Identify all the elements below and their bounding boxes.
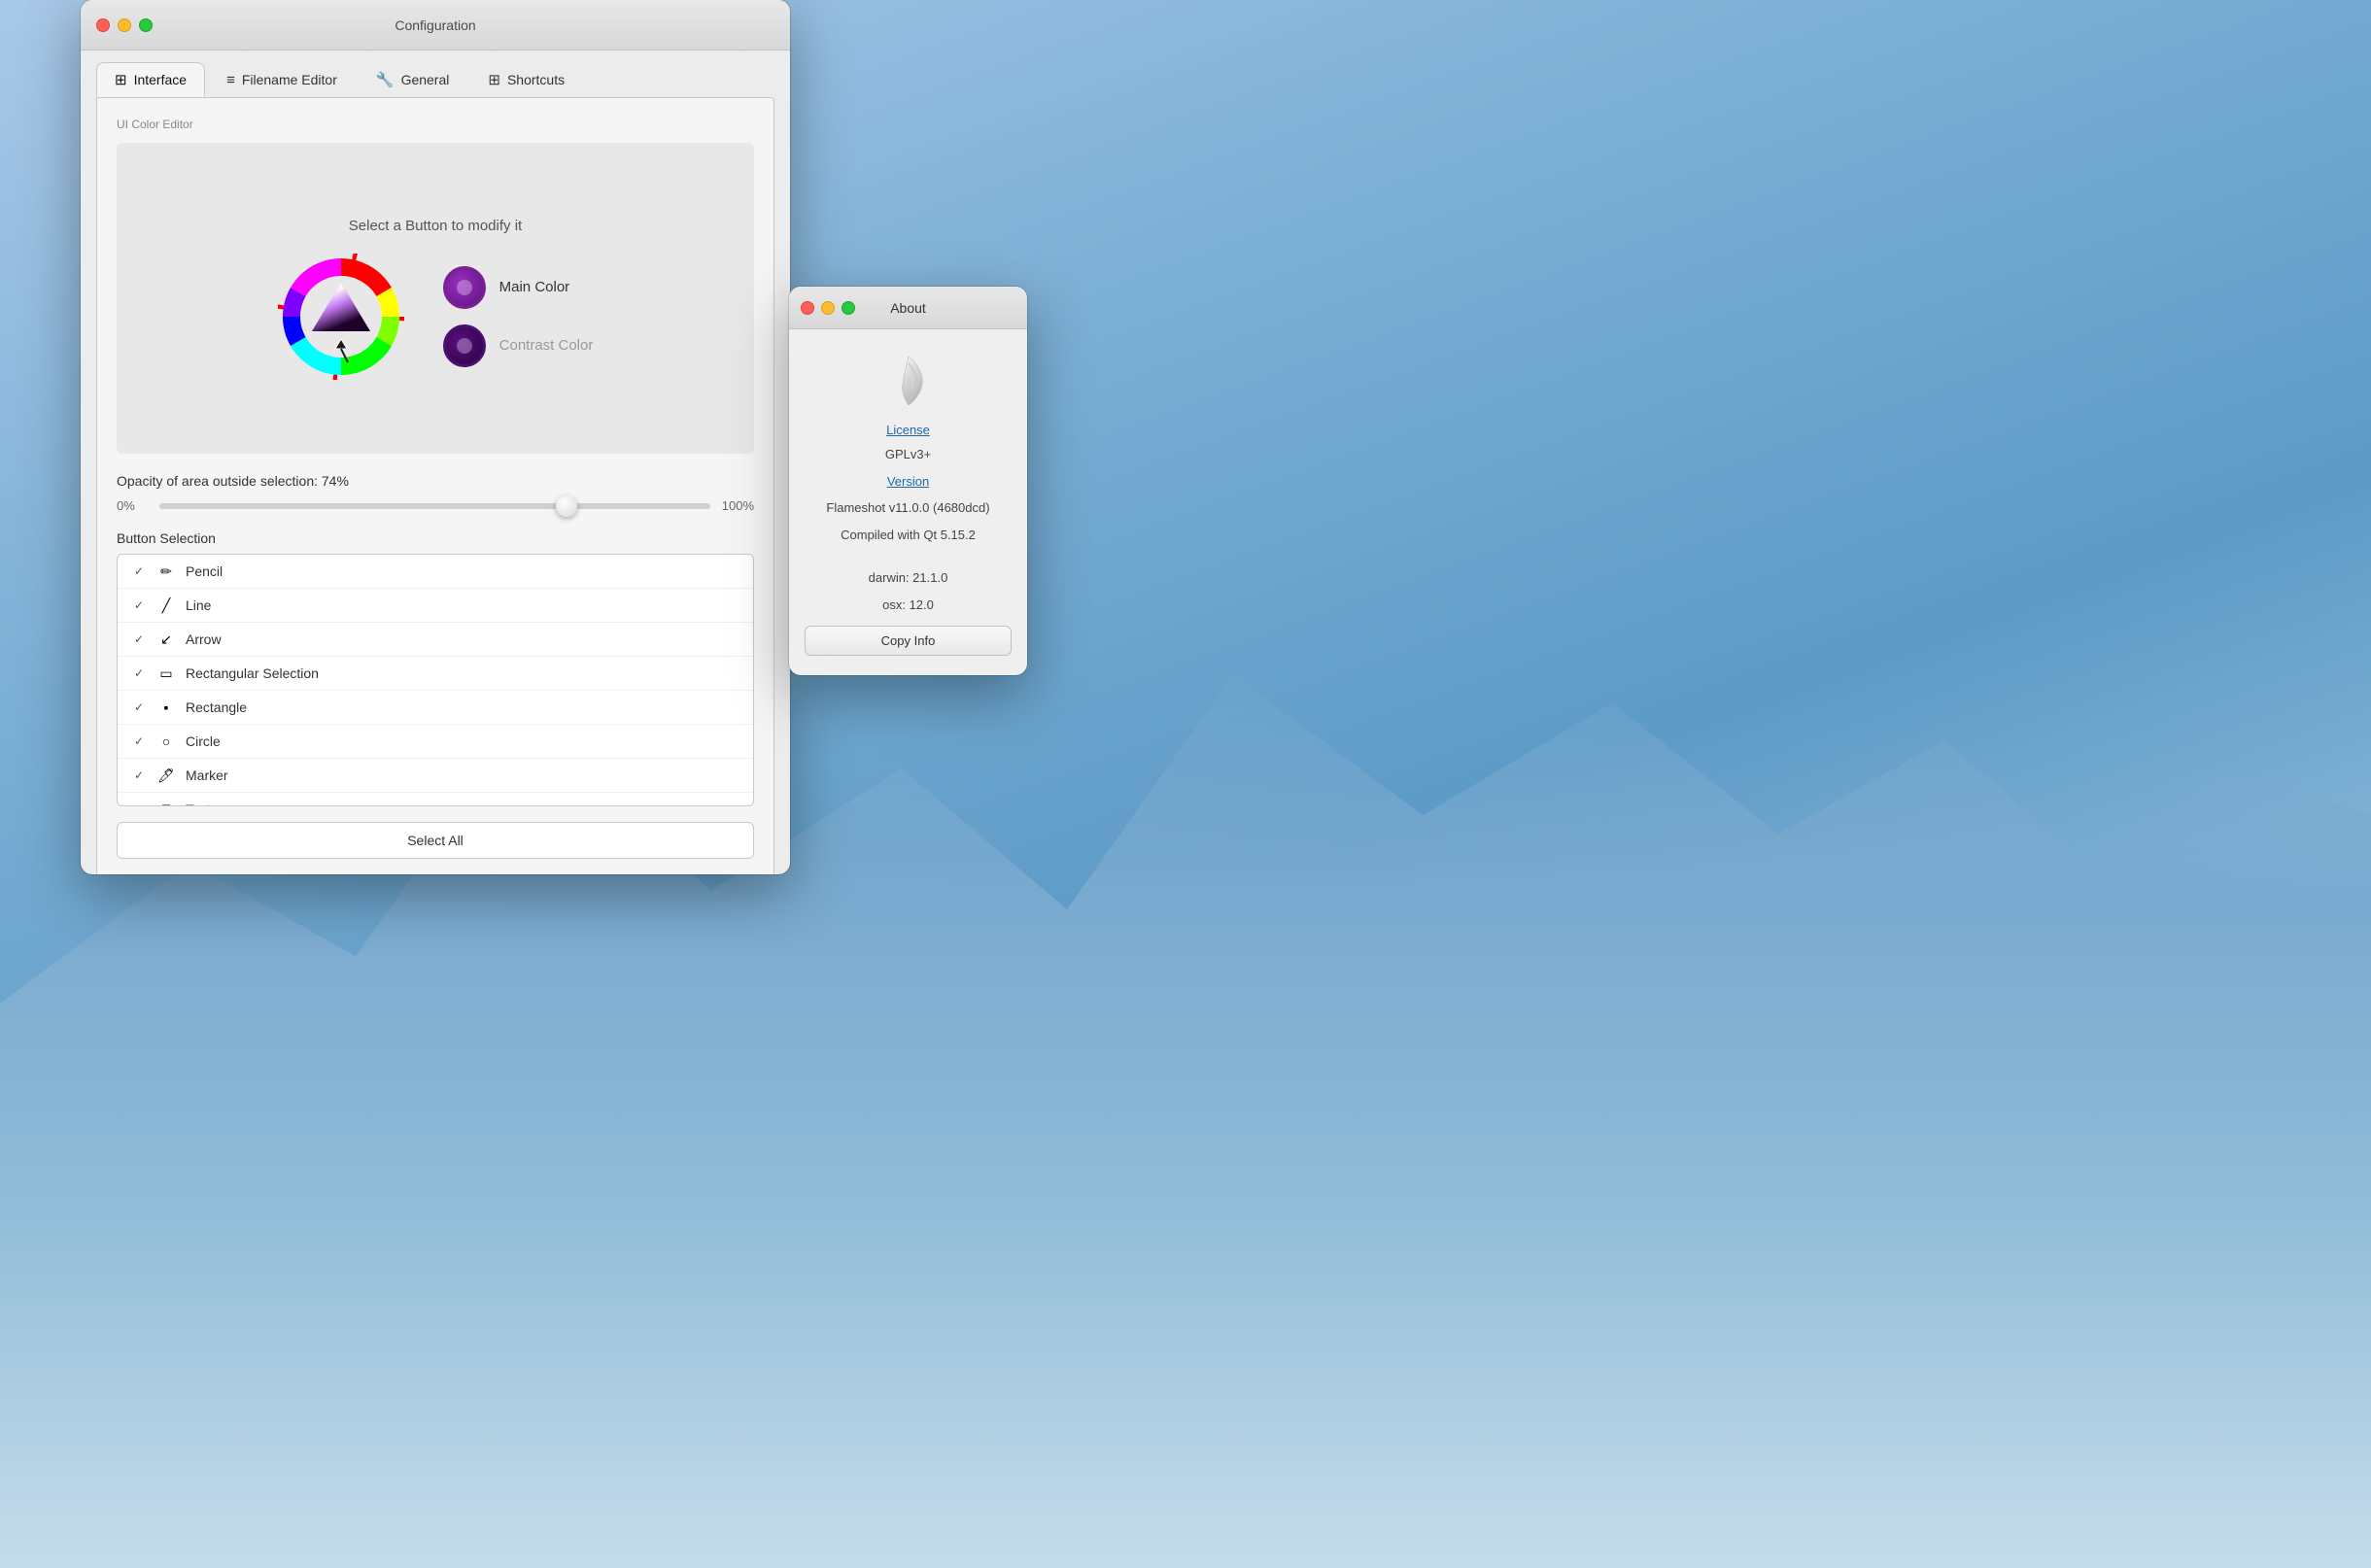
main-color-btn[interactable]: Main Color (443, 266, 594, 309)
opacity-slider-track[interactable] (159, 503, 710, 509)
tab-bar: ⊞ Interface ≡ Filename Editor 🔧 General … (81, 51, 790, 97)
about-window: About License GPLv3+ Version Flameshot v… (789, 287, 1027, 675)
checkbox-item-marker[interactable]: ✓ 🖊 Marker (118, 759, 753, 793)
maximize-button[interactable] (139, 18, 153, 32)
item-icon-pencil: ✏ (156, 562, 176, 581)
about-close-button[interactable] (801, 301, 814, 315)
general-icon: 🔧 (376, 71, 395, 88)
version-link[interactable]: Version (887, 472, 929, 492)
contrast-color-label: Contrast Color (499, 337, 594, 354)
tab-interface-label: Interface (134, 72, 187, 87)
flameshot-logo (877, 349, 940, 411)
copy-info-button[interactable]: Copy Info (805, 626, 1012, 656)
close-button[interactable] (96, 18, 110, 32)
contrast-color-btn[interactable]: Contrast Color (443, 324, 594, 367)
item-icon-rectangular_selection: ▭ (156, 664, 176, 683)
main-color-circle (443, 266, 486, 309)
checkbox-check-text: ✓ (131, 801, 147, 806)
about-window-controls (801, 301, 855, 315)
main-color-circle-inner (457, 280, 472, 295)
osx-info: osx: 12.0 (882, 596, 934, 615)
item-icon-text: T (156, 800, 176, 806)
config-titlebar: Configuration (81, 0, 790, 51)
color-editor-inner: Select a Button to modify it (278, 218, 594, 380)
about-content: License GPLv3+ Version Flameshot v11.0.0… (789, 329, 1027, 614)
item-label-pencil: Pencil (186, 563, 223, 579)
opacity-section: Opacity of area outside selection: 74% 0… (117, 473, 754, 513)
about-titlebar: About (789, 287, 1027, 329)
config-window: Configuration ⊞ Interface ≡ Filename Edi… (81, 0, 790, 874)
contrast-color-circle (443, 324, 486, 367)
item-label-rectangle: Rectangle (186, 699, 247, 715)
item-icon-rectangle: ▪ (156, 698, 176, 717)
color-buttons-col: Main Color Contrast Color (443, 266, 594, 367)
darwin-info: darwin: 21.1.0 (869, 568, 948, 588)
color-wheel-svg (278, 254, 404, 380)
about-maximize-button[interactable] (842, 301, 855, 315)
flameshot-logo-svg (877, 349, 940, 411)
config-content: UI Color Editor Select a Button to modif… (96, 97, 774, 874)
item-label-text: Text (186, 801, 211, 806)
checkbox-check-line: ✓ (131, 597, 147, 613)
checkbox-item-circle[interactable]: ✓ ○ Circle (118, 725, 753, 759)
config-window-controls (96, 18, 153, 32)
config-window-title: Configuration (395, 17, 475, 33)
checkbox-item-pencil[interactable]: ✓ ✏ Pencil (118, 555, 753, 589)
compiled-with: Compiled with Qt 5.15.2 (841, 526, 976, 545)
contrast-color-circle-inner (457, 338, 472, 354)
about-window-title: About (890, 300, 926, 316)
opacity-label: Opacity of area outside selection: 74% (117, 473, 754, 489)
slider-row: 0% 100% (117, 498, 754, 513)
license-link[interactable]: License (886, 423, 930, 437)
tab-filename-editor-label: Filename Editor (242, 72, 337, 87)
about-minimize-button[interactable] (821, 301, 835, 315)
license-value: GPLv3+ (885, 445, 931, 464)
slider-max-label: 100% (722, 498, 754, 513)
slider-thumb[interactable] (556, 495, 577, 517)
button-selection-label: Button Selection (117, 530, 754, 546)
slider-fill (159, 503, 567, 509)
select-all-button[interactable]: Select All (117, 822, 754, 859)
checkbox-check-pencil: ✓ (131, 563, 147, 579)
checkbox-list: ✓ ✏ Pencil ✓ ╱ Line ✓ ↙ Arrow ✓ ▭ Rectangular Selec… (117, 554, 754, 806)
item-label-rectangular_selection: Rectangular Selection (186, 665, 319, 681)
main-color-label: Main Color (499, 279, 570, 295)
checkbox-item-rectangular_selection[interactable]: ✓ ▭ Rectangular Selection (118, 657, 753, 691)
color-editor-box: Select a Button to modify it (117, 143, 754, 454)
item-icon-line: ╱ (156, 596, 176, 615)
tab-general-label: General (401, 72, 450, 87)
tab-interface[interactable]: ⊞ Interface (96, 62, 205, 97)
minimize-button[interactable] (118, 18, 131, 32)
tab-filename-editor[interactable]: ≡ Filename Editor (209, 62, 355, 97)
checkbox-item-text[interactable]: ✓ T Text (118, 793, 753, 806)
checkbox-check-circle: ✓ (131, 733, 147, 749)
button-selection-section: Button Selection ✓ ✏ Pencil ✓ ╱ Line ✓ ↙ Arrow ✓ ▭… (117, 530, 754, 806)
filename-editor-icon: ≡ (226, 72, 235, 88)
item-label-line: Line (186, 597, 211, 613)
slider-min-label: 0% (117, 498, 148, 513)
interface-icon: ⊞ (115, 71, 127, 88)
item-icon-marker: 🖊 (156, 766, 176, 785)
color-controls-row: Main Color Contrast Color (278, 254, 594, 380)
item-icon-circle: ○ (156, 732, 176, 751)
tab-shortcuts[interactable]: ⊞ Shortcuts (470, 62, 582, 97)
tab-shortcuts-label: Shortcuts (507, 72, 565, 87)
checkbox-item-rectangle[interactable]: ✓ ▪ Rectangle (118, 691, 753, 725)
checkbox-check-marker: ✓ (131, 767, 147, 783)
checkbox-item-arrow[interactable]: ✓ ↙ Arrow (118, 623, 753, 657)
item-label-circle: Circle (186, 733, 221, 749)
checkbox-check-arrow: ✓ (131, 631, 147, 647)
ui-color-editor-label: UI Color Editor (117, 118, 754, 131)
checkbox-check-rectangular_selection: ✓ (131, 665, 147, 681)
checkbox-item-line[interactable]: ✓ ╱ Line (118, 589, 753, 623)
color-wheel[interactable] (278, 254, 404, 380)
select-button-text: Select a Button to modify it (349, 218, 522, 234)
item-label-arrow: Arrow (186, 631, 222, 647)
item-icon-arrow: ↙ (156, 630, 176, 649)
tab-general[interactable]: 🔧 General (359, 62, 467, 97)
item-label-marker: Marker (186, 767, 228, 783)
version-value: Flameshot v11.0.0 (4680dcd) (826, 498, 989, 518)
shortcuts-icon: ⊞ (488, 71, 500, 88)
checkbox-check-rectangle: ✓ (131, 699, 147, 715)
